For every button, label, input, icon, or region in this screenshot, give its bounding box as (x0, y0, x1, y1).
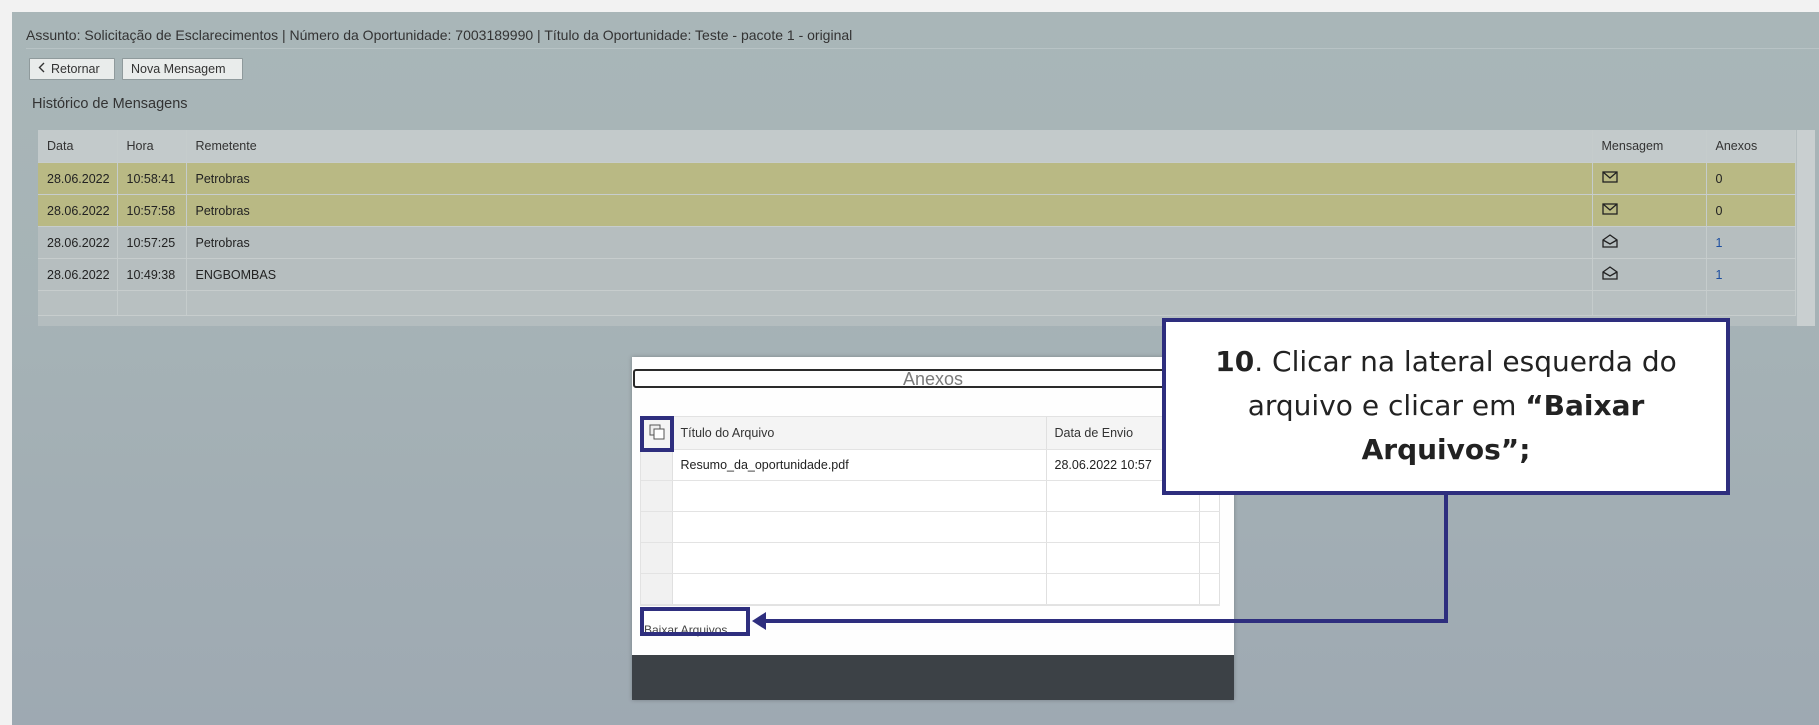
chevron-left-icon (38, 59, 45, 79)
callout-connector-vertical (1444, 495, 1448, 623)
cell-time: 10:49:38 (117, 258, 187, 291)
row-selector[interactable] (641, 573, 673, 605)
step-number: 10 (1215, 345, 1255, 378)
cell-message (1592, 194, 1707, 227)
cell-date: 28.06.2022 (38, 162, 118, 195)
cell-time: 10:58:41 (117, 162, 187, 195)
cell-attachments-link[interactable]: 1 (1706, 258, 1796, 291)
dialog-title: Anexos (633, 369, 1233, 388)
row-selector[interactable] (641, 542, 673, 574)
message-history-table: Data Hora Remetente Mensagem Anexos 28.0… (38, 130, 1815, 326)
highlight-select-all (640, 416, 674, 452)
arrow-head-icon (752, 612, 766, 630)
cell-date: 28.06.2022 (38, 258, 118, 291)
table-row[interactable]: 28.06.2022 10:57:58 Petrobras 0 (38, 194, 1796, 227)
cell-time: 10:57:25 (117, 226, 187, 259)
dialog-footer (632, 655, 1234, 700)
table-row[interactable]: Resumo_da_oportunidade.pdf 28.06.2022 10… (641, 449, 1220, 481)
cell-message (1592, 162, 1707, 195)
cell-message (1592, 226, 1707, 259)
column-header-attachments[interactable]: Anexos (1706, 130, 1796, 163)
cell-file-title: Resumo_da_oportunidade.pdf (672, 449, 1047, 481)
highlight-download-button (640, 607, 750, 636)
empty-row (38, 290, 1796, 316)
envelope-open-icon[interactable] (1601, 266, 1618, 283)
subject-line: Assunto: Solicitação de Esclarecimentos … (26, 22, 1819, 49)
cell-date: 28.06.2022 (38, 194, 118, 227)
instruction-callout: 10. Clicar na lateral esquerda do arquiv… (1162, 318, 1730, 495)
history-title: Histórico de Mensagens (32, 96, 188, 112)
column-header-message[interactable]: Mensagem (1592, 130, 1707, 163)
empty-row (641, 480, 1220, 512)
envelope-closed-icon[interactable] (1601, 171, 1618, 186)
envelope-open-icon[interactable] (1601, 234, 1618, 251)
row-selector[interactable] (641, 449, 673, 481)
attachments-table: Título do Arquivo Data de Envio Resumo_d… (640, 416, 1220, 606)
column-header-sender[interactable]: Remetente (186, 130, 1593, 163)
new-message-button[interactable]: Nova Mensagem (122, 58, 243, 80)
cell-message (1592, 258, 1707, 291)
empty-row (641, 542, 1220, 574)
cell-date: 28.06.2022 (38, 226, 118, 259)
cell-attachments-link[interactable]: 1 (1706, 226, 1796, 259)
callout-connector-horizontal (764, 619, 1448, 623)
row-selector[interactable] (641, 480, 673, 512)
table-row[interactable]: 28.06.2022 10:58:41 Petrobras 0 (38, 162, 1796, 195)
cell-sender: Petrobras (186, 162, 1593, 195)
cell-sender: Petrobras (186, 194, 1593, 227)
back-button[interactable]: Retornar (29, 58, 115, 80)
column-header-date[interactable]: Data (38, 130, 118, 163)
row-selector[interactable] (641, 511, 673, 543)
table-header-row: Data Hora Remetente Mensagem Anexos (38, 130, 1796, 163)
back-button-label: Retornar (51, 62, 100, 76)
vertical-scrollbar[interactable] (1797, 130, 1815, 326)
cell-attachments: 0 (1706, 194, 1796, 227)
envelope-closed-icon[interactable] (1601, 203, 1618, 218)
attachments-dialog: Anexos Título do Arquivo Data de Envio R… (632, 357, 1234, 700)
table-row[interactable]: 28.06.2022 10:57:25 Petrobras 1 (38, 226, 1796, 259)
table-header-row: Título do Arquivo Data de Envio (641, 417, 1220, 450)
cell-attachments: 0 (1706, 162, 1796, 195)
cell-time: 10:57:58 (117, 194, 187, 227)
cell-sender: ENGBOMBAS (186, 258, 1593, 291)
column-header-file-title[interactable]: Título do Arquivo (672, 417, 1047, 450)
empty-row (641, 511, 1220, 543)
empty-row (641, 573, 1220, 605)
cell-sender: Petrobras (186, 226, 1593, 259)
column-header-time[interactable]: Hora (117, 130, 187, 163)
table-row[interactable]: 28.06.2022 10:49:38 ENGBOMBAS 1 (38, 258, 1796, 291)
